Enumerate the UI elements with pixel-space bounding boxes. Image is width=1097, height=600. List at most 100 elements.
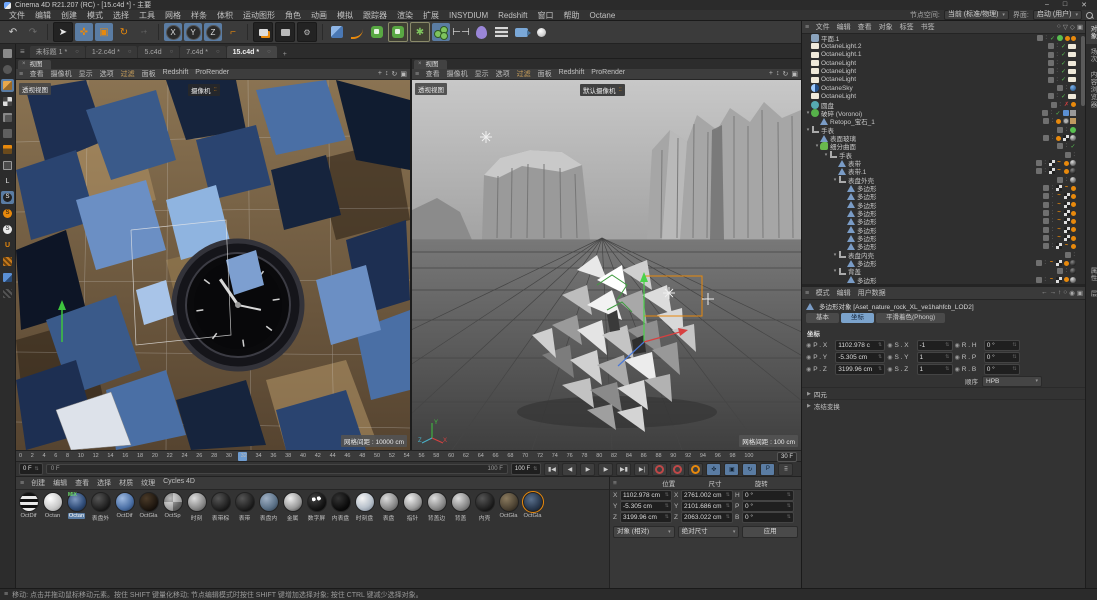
material-preview-sphere[interactable]	[90, 492, 111, 512]
tab-close-icon[interactable]: ○	[267, 49, 271, 55]
viewport-right-body[interactable]: 透视视图 默认摄像机:: Y X Z 网格间距 : 100 cm	[412, 80, 801, 450]
object-tree-row[interactable]: OctaneLight: ✓	[802, 59, 1086, 67]
checker-tag-icon[interactable]	[1063, 193, 1070, 200]
mesh-grid-icon[interactable]	[1, 255, 14, 268]
visibility-toggle-icon[interactable]	[1047, 93, 1054, 100]
tex-tag-icon[interactable]	[1071, 235, 1076, 241]
visibility-dots-icon[interactable]: :	[1052, 227, 1054, 233]
maximize-button[interactable]: □	[1063, 1, 1067, 9]
tab-close-icon[interactable]: ○	[75, 49, 79, 55]
material-menu-item[interactable]: 查看	[71, 478, 93, 488]
filter-icon[interactable]: ▽	[1063, 23, 1068, 31]
tab-close-icon[interactable]: ○	[216, 49, 220, 55]
magnet-icon[interactable]: U	[1, 239, 14, 252]
visibility-dots-icon[interactable]: :	[1052, 243, 1054, 249]
light-tag-icon[interactable]	[1068, 68, 1076, 74]
checker-tag-icon[interactable]	[1056, 185, 1062, 192]
object-mode-icon[interactable]	[1, 79, 14, 92]
document-tab[interactable]: 1-2.c4d * ○	[85, 46, 138, 58]
material-preview-sphere[interactable]	[330, 492, 351, 512]
menu-item[interactable]: 工具	[134, 11, 160, 20]
menu-item[interactable]: Octane	[584, 11, 620, 20]
object-tree-row[interactable]: 多边形: ~	[802, 242, 1086, 251]
visibility-dots-icon[interactable]: :	[1052, 210, 1054, 216]
side-tab[interactable]: 属性	[1086, 263, 1097, 286]
spline-pen-icon[interactable]	[348, 23, 366, 41]
side-tab[interactable]: 层	[1086, 286, 1097, 302]
pan-view-icon[interactable]: +	[769, 70, 773, 78]
tex-tag-icon[interactable]	[1071, 210, 1076, 216]
menu-item[interactable]: 样条	[186, 11, 212, 20]
rotate-view-icon[interactable]: ↻	[783, 70, 789, 78]
material-menu-item[interactable]: 编辑	[49, 478, 71, 488]
value-field[interactable]: 0 ° ⇅	[742, 501, 794, 512]
tab-close-icon[interactable]: ○	[128, 49, 132, 55]
visibility-dots-icon[interactable]: :	[1066, 177, 1068, 183]
visibility-dots-icon[interactable]: :	[1056, 43, 1058, 49]
record-rotation-icon[interactable]: ↻	[742, 462, 758, 476]
path-icon[interactable]: ◇	[1070, 23, 1075, 31]
visibility-dots-icon[interactable]: :	[1056, 60, 1058, 66]
collapsed-section[interactable]: ▶ 冻结变换	[802, 399, 1086, 411]
object-manager-menu-icon[interactable]: ≡	[805, 24, 809, 31]
visibility-toggle-icon[interactable]	[1043, 135, 1050, 142]
pan-view-icon[interactable]: +	[378, 70, 382, 78]
camera-object-label[interactable]: 默认摄像机::	[580, 84, 625, 96]
object-tree-row[interactable]: ▾ 表盘内壳:	[802, 251, 1086, 260]
object-name[interactable]: OctaneLight	[821, 76, 856, 83]
visibility-toggle-icon[interactable]	[1043, 210, 1050, 217]
current-frame-field[interactable]: 30 F	[776, 452, 797, 462]
visibility-toggle-icon[interactable]	[1043, 185, 1050, 192]
visibility-toggle-icon[interactable]	[1064, 151, 1071, 158]
order-dropdown[interactable]: HPB ▾	[982, 375, 1042, 387]
up-icon[interactable]: ↑	[1058, 289, 1061, 297]
checker-tag-icon[interactable]	[1063, 235, 1070, 242]
tex-tag-icon[interactable]	[1071, 218, 1076, 224]
viewport-3d-scene-right[interactable]	[412, 80, 801, 450]
subdivision-surface-icon[interactable]	[368, 23, 386, 41]
keyframe-dot-icon[interactable]: ◉	[955, 366, 960, 373]
object-tree-row[interactable]: ▾ 背盖:	[802, 267, 1086, 276]
tan-tag-icon[interactable]	[1070, 118, 1076, 125]
viewport-left-body[interactable]: 透视视图 摄像机:: 网格间距 : 10000 cm	[16, 80, 410, 450]
next-frame-icon[interactable]: ▶	[598, 462, 614, 476]
lock-z-axis-icon[interactable]: Z	[204, 23, 222, 41]
render-settings-icon[interactable]: ⚙	[297, 22, 317, 42]
record-parameter-icon[interactable]: P	[760, 462, 776, 476]
material-swatch[interactable]: OctGla	[521, 491, 544, 522]
object-tree-row[interactable]: OctaneLight.2: ✓	[802, 42, 1086, 50]
wave-tag-icon[interactable]: ~	[1056, 193, 1062, 199]
material-swatch[interactable]: 时刻盘	[353, 492, 376, 522]
side-tab[interactable]: 场次	[1086, 44, 1097, 67]
material-preview-sphere[interactable]	[521, 491, 544, 513]
wave-tag-icon[interactable]: ~	[1056, 202, 1062, 208]
wave-tag-icon[interactable]: ~	[1056, 235, 1062, 241]
keyframe-dot-icon[interactable]: ◉	[887, 354, 892, 361]
visibility-dots-icon[interactable]: :	[1056, 68, 1058, 74]
wave-tag-icon[interactable]: ~	[1064, 185, 1070, 191]
object-manager-menu-item[interactable]: 书签	[917, 22, 938, 32]
object-tree-row[interactable]: 多边形: ~	[802, 201, 1086, 210]
checker-tag-icon[interactable]	[1056, 260, 1062, 267]
material-preview-sphere[interactable]	[354, 492, 375, 512]
object-name[interactable]: 平面.1	[821, 34, 839, 43]
snap-2d-icon[interactable]: S	[1, 223, 14, 236]
object-manager-menu-item[interactable]: 文件	[812, 22, 833, 32]
material-preview-sphere[interactable]	[426, 492, 447, 512]
value-field[interactable]: 0 ° ⇅	[742, 490, 794, 501]
add-cube-icon[interactable]	[328, 23, 346, 41]
close-icon[interactable]: ×	[418, 60, 422, 69]
wave-tag-icon[interactable]: ~	[1049, 277, 1055, 283]
attribute-menu-item[interactable]: 模式	[812, 288, 833, 298]
check-tag-icon[interactable]: ✓	[1061, 60, 1067, 67]
blue-tag-icon[interactable]	[1062, 110, 1069, 117]
checker-tag-icon[interactable]	[1063, 210, 1070, 217]
tex-tag-icon[interactable]	[1071, 185, 1076, 191]
check-tag-icon[interactable]: ✓	[1061, 77, 1067, 83]
menu-item[interactable]: Redshift	[493, 11, 532, 20]
preview-range-slider[interactable]: 0 F 100 F	[45, 464, 508, 474]
light-tag-icon[interactable]	[1068, 77, 1076, 83]
tab-close-icon[interactable]: ○	[170, 49, 174, 55]
ball2-tag-icon[interactable]	[1070, 168, 1076, 175]
object-manager-menu-item[interactable]: 标签	[896, 22, 917, 32]
